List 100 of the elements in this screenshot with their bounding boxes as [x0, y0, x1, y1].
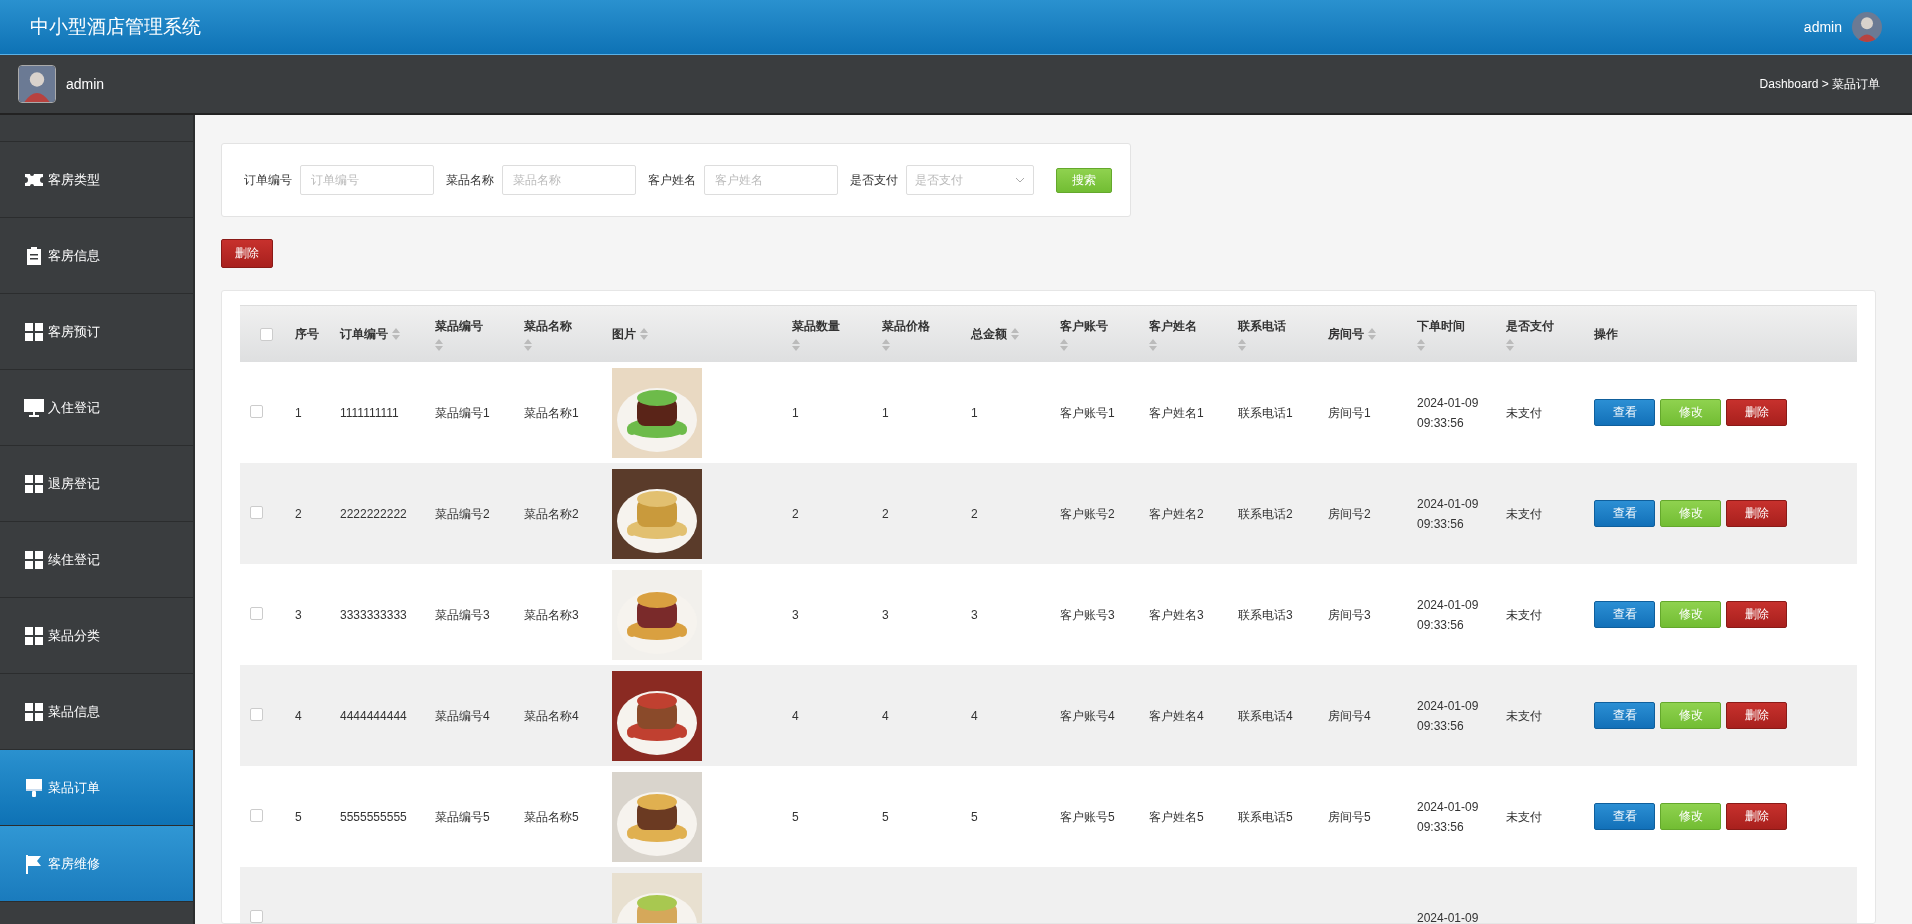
- column-header: 联系电话: [1238, 317, 1286, 335]
- sidebar-item[interactable]: 客房维修: [0, 826, 193, 902]
- sort-icon[interactable]: [882, 338, 890, 351]
- table-cell-text: 4: [791, 707, 800, 725]
- table-cell-text: 1111111111: [339, 404, 400, 422]
- action-button[interactable]: 删除: [1726, 803, 1787, 830]
- table-cell-text: 菜品名称3: [523, 606, 580, 624]
- table-cell-text: 房间号4: [1327, 707, 1372, 725]
- sort-icon[interactable]: [392, 328, 400, 340]
- chevron-icon: [1015, 177, 1026, 183]
- table-cell-text: 联系电话5: [1237, 808, 1294, 826]
- action-button[interactable]: 查看: [1594, 702, 1655, 729]
- table-cell-text: 3: [294, 606, 303, 624]
- sidebar-item[interactable]: 菜品订单: [0, 750, 193, 826]
- sort-icon[interactable]: [524, 338, 532, 351]
- table-cell-text: 房间号1: [1327, 404, 1372, 422]
- table-cell-text: 房间号2: [1327, 505, 1372, 523]
- input-field[interactable]: 客户姓名: [704, 165, 838, 195]
- checkbox[interactable]: [250, 707, 263, 721]
- sort-icon[interactable]: [1238, 338, 1246, 351]
- field-label: 订单编号: [244, 171, 292, 189]
- sort-icon[interactable]: [435, 338, 443, 351]
- table-cell-text: 联系电话2: [1237, 505, 1294, 523]
- table-cell-text: 联系电话4: [1237, 707, 1294, 725]
- grid-icon: [24, 549, 44, 570]
- table-cell-text: 客户姓名4: [1148, 707, 1205, 725]
- grid-icon: [24, 321, 44, 342]
- column-header: 总金额: [971, 325, 1007, 343]
- sort-icon[interactable]: [1417, 338, 1425, 351]
- checkbox[interactable]: [250, 404, 263, 418]
- brush-icon: [24, 777, 44, 798]
- table-cell-text: 菜品编号4: [434, 707, 491, 725]
- table-cell-text: 客户账号4: [1059, 707, 1116, 725]
- checkbox[interactable]: [250, 808, 263, 822]
- table-cell-text: 4: [970, 707, 979, 725]
- table-cell-text: 2024-01-09 09:33:56: [1416, 394, 1480, 432]
- table-cell-text: 4: [294, 707, 303, 725]
- sort-icon[interactable]: [1368, 328, 1376, 340]
- user-name[interactable]: admin: [1803, 19, 1842, 35]
- field-label: 是否支付: [850, 171, 898, 189]
- table-cell-text: 客户账号1: [1059, 404, 1116, 422]
- table-cell-text: 2: [881, 505, 890, 523]
- table-cell-text: 2222222222: [339, 505, 408, 523]
- table-cell-text: 客户账号3: [1059, 606, 1116, 624]
- table-cell-text: 菜品编号1: [434, 404, 491, 422]
- action-button[interactable]: 查看: [1594, 399, 1655, 426]
- table-cell-text: 联系电话1: [1237, 404, 1294, 422]
- table-cell-text: 未支付: [1505, 606, 1543, 624]
- table-cell-text: 菜品名称5: [523, 808, 580, 826]
- table-cell-text: 客户姓名1: [1148, 404, 1205, 422]
- input-field[interactable]: 订单编号: [300, 165, 434, 195]
- table-cell-text: 2: [294, 505, 303, 523]
- column-header: 菜品数量: [792, 317, 840, 335]
- table-cell-text: 1: [294, 404, 303, 422]
- checkbox[interactable]: [250, 909, 263, 923]
- column-header: 客户账号: [1060, 317, 1108, 335]
- avatar-icon[interactable]: [1852, 12, 1882, 42]
- action-button[interactable]: 删除: [1726, 601, 1787, 628]
- table-cell-text: 客户姓名2: [1148, 505, 1205, 523]
- column-header: 操作: [1594, 325, 1618, 343]
- table-cell-text: 2024-01-09 09:33:56: [1416, 495, 1480, 533]
- field-label: 菜品名称: [446, 171, 494, 189]
- sort-icon[interactable]: [640, 328, 648, 340]
- delete-button[interactable]: 删除: [221, 239, 273, 268]
- breadcrumb: Dashboard > 菜品订单: [1759, 75, 1880, 93]
- table-cell-text: 2024-01-09 09:33:56: [1416, 798, 1480, 836]
- field-label: 客户姓名: [648, 171, 696, 189]
- sort-icon[interactable]: [792, 338, 800, 351]
- checkbox[interactable]: [260, 327, 273, 341]
- table-cell-text: 3: [791, 606, 800, 624]
- checkbox[interactable]: [250, 606, 263, 620]
- table-cell-text: 联系电话3: [1237, 606, 1294, 624]
- table-cell-text: 5: [791, 808, 800, 826]
- sort-icon[interactable]: [1149, 338, 1157, 351]
- grid-icon: [24, 473, 44, 494]
- table-cell-text: 2024-01-09 09:33:56: [1416, 697, 1480, 735]
- sort-icon[interactable]: [1060, 338, 1068, 351]
- column-header: 菜品名称: [524, 317, 572, 335]
- action-button[interactable]: 查看: [1594, 803, 1655, 830]
- user-name: admin: [66, 76, 105, 92]
- table-cell-text: 菜品名称4: [523, 707, 580, 725]
- action-button[interactable]: 删除: [1726, 399, 1787, 426]
- grid-icon: [24, 625, 44, 646]
- table-cell-text: 5: [294, 808, 303, 826]
- checkbox[interactable]: [250, 505, 263, 519]
- action-button[interactable]: 查看: [1594, 500, 1655, 527]
- avatar-icon[interactable]: [18, 65, 56, 103]
- table-cell-text: 3: [970, 606, 979, 624]
- table-cell-text: 3333333333: [339, 606, 408, 624]
- column-header: 订单编号: [340, 325, 388, 343]
- sort-icon[interactable]: [1011, 328, 1019, 340]
- table-cell-text: 菜品编号3: [434, 606, 491, 624]
- action-button[interactable]: 查看: [1594, 601, 1655, 628]
- action-button[interactable]: 删除: [1726, 500, 1787, 527]
- action-button[interactable]: 删除: [1726, 702, 1787, 729]
- sort-icon[interactable]: [1506, 338, 1514, 351]
- table-cell-text: 5: [970, 808, 979, 826]
- input-field[interactable]: 菜品名称: [502, 165, 636, 195]
- column-header: 客户姓名: [1149, 317, 1197, 335]
- column-header: 图片: [612, 325, 636, 343]
